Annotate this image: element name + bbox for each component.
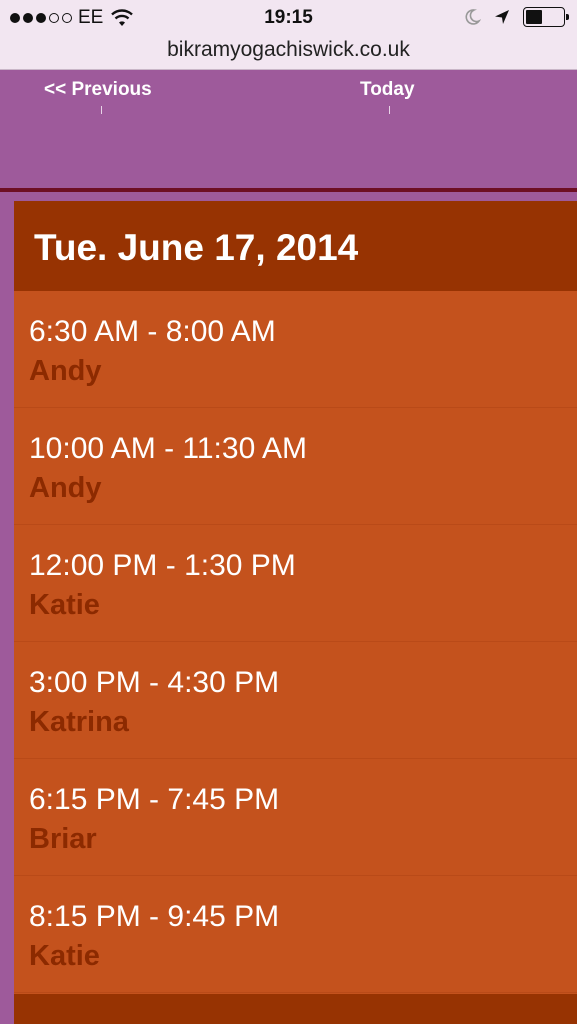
battery-icon: [523, 7, 569, 27]
event-teacher[interactable]: Briar: [29, 823, 97, 856]
event-time[interactable]: 6:30 AM - 8:00 AM: [29, 315, 276, 349]
event-time[interactable]: 10:00 AM - 11:30 AM: [29, 432, 307, 466]
day-panel: Tue. June 17, 2014 6:30 AM - 8:00 AM And…: [14, 201, 577, 1024]
today-link[interactable]: Today: [360, 79, 415, 101]
event-teacher[interactable]: Katie: [29, 589, 100, 622]
event-item[interactable]: 6:30 AM - 8:00 AM Andy: [14, 291, 577, 408]
event-list: 6:30 AM - 8:00 AM Andy 10:00 AM - 11:30 …: [14, 291, 577, 993]
divider: [101, 106, 102, 114]
previous-link[interactable]: << Previous: [44, 79, 152, 101]
location-arrow-icon: [495, 10, 509, 24]
day-title: Tue. June 17, 2014: [34, 227, 359, 268]
divider: [0, 188, 577, 192]
next-day-header: [14, 994, 577, 1024]
event-teacher[interactable]: Andy: [29, 472, 102, 505]
status-right: [463, 7, 569, 27]
event-time[interactable]: 3:00 PM - 4:30 PM: [29, 666, 279, 700]
browser-url-bar[interactable]: bikramyogachiswick.co.uk: [0, 36, 577, 70]
moon-icon: [465, 9, 481, 25]
url-text[interactable]: bikramyogachiswick.co.uk: [0, 38, 577, 62]
event-item[interactable]: 10:00 AM - 11:30 AM Andy: [14, 408, 577, 525]
event-teacher[interactable]: Katrina: [29, 706, 129, 739]
event-item[interactable]: 8:15 PM - 9:45 PM Katie: [14, 876, 577, 993]
event-item[interactable]: 6:15 PM - 7:45 PM Briar: [14, 759, 577, 876]
calendar-nav: << Previous Today: [0, 71, 577, 189]
event-item[interactable]: 3:00 PM - 4:30 PM Katrina: [14, 642, 577, 759]
event-time[interactable]: 12:00 PM - 1:30 PM: [29, 549, 296, 583]
day-header: Tue. June 17, 2014: [14, 201, 577, 291]
event-time[interactable]: 8:15 PM - 9:45 PM: [29, 900, 279, 934]
event-teacher[interactable]: Andy: [29, 355, 102, 388]
event-item[interactable]: 12:00 PM - 1:30 PM Katie: [14, 525, 577, 642]
event-time[interactable]: 6:15 PM - 7:45 PM: [29, 783, 279, 817]
divider: [389, 106, 390, 114]
status-bar: EE 19:15: [0, 0, 577, 36]
event-teacher[interactable]: Katie: [29, 940, 100, 973]
